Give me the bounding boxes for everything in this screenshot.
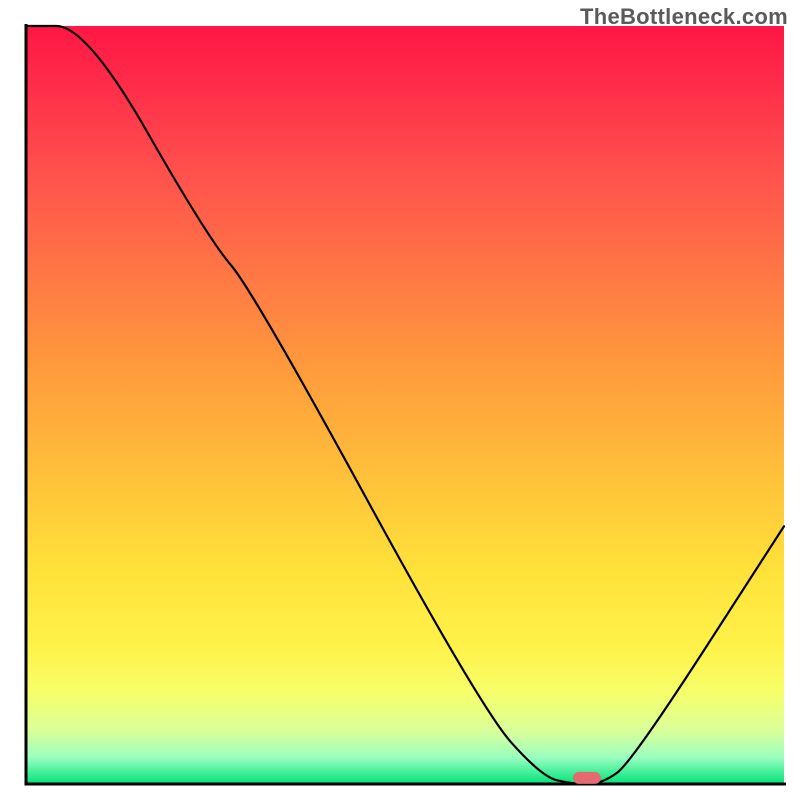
chart-container: TheBottleneck.com bbox=[0, 0, 800, 800]
bottleneck-chart bbox=[0, 0, 800, 800]
gradient-field bbox=[26, 26, 784, 784]
optimal-marker bbox=[573, 772, 601, 784]
